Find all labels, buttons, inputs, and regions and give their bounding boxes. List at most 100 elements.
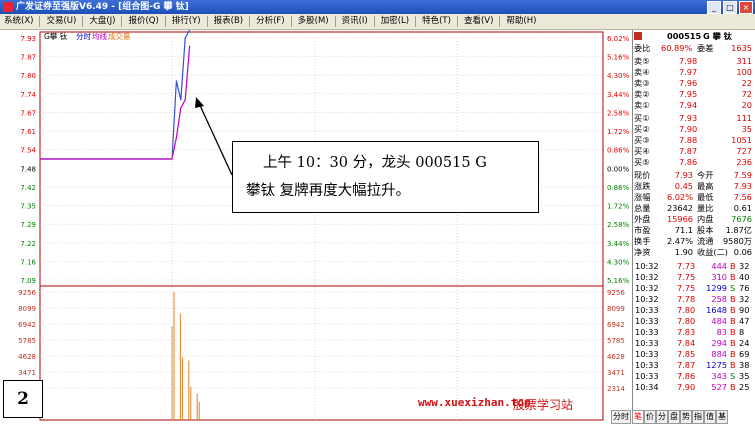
menu-multi-stock[interactable]: 多股(M)	[294, 14, 333, 29]
menu-report[interactable]: 报表(B)	[210, 14, 247, 29]
intraday-chart[interactable]: 7.93 7.87 7.80 7.74 7.67 7.61 7.54 7.48 7.42 7.35…	[0, 30, 632, 424]
mode-label-volume[interactable]: 成交量	[108, 31, 131, 41]
tick-row: 10:32 7.75 310 B 40	[633, 272, 755, 283]
price-tick-label: 7.22	[20, 240, 36, 248]
buy-volume: 1051	[731, 135, 752, 145]
price-tick-label: 7.35	[20, 203, 36, 211]
price-tick-label: 7.48	[20, 165, 36, 173]
tick-volume: 1299	[706, 283, 727, 293]
tick-side: S	[730, 283, 736, 293]
tick-price: 7.80	[677, 316, 696, 326]
pct-tick-label: 4.30%	[607, 72, 630, 80]
menu-market[interactable]: 大盘(J)	[85, 14, 119, 29]
tick-tab[interactable]: 笔	[632, 410, 644, 424]
buy-row: 买④ 7.87 727	[633, 146, 755, 157]
sell-volume: 22	[741, 78, 752, 88]
pct-tick-label: 2.58%	[607, 109, 630, 117]
stat-value: 71.1	[674, 225, 693, 235]
mode-label-fenshi[interactable]: 分时	[76, 31, 91, 41]
tick-row: 10:33 7.80 1648 B 90	[633, 305, 755, 316]
volume-tick-label: 8099	[18, 305, 36, 313]
menu-system[interactable]: 系统(X)	[0, 14, 37, 29]
avg-price-point	[175, 136, 177, 139]
stat-label: 涨幅	[634, 192, 651, 202]
volume-tick-label: 3471	[18, 369, 36, 377]
sell-price: 7.94	[679, 100, 698, 110]
price-point	[184, 37, 186, 39]
tick-price: 7.78	[677, 294, 696, 304]
buy-row: 买⑤ 7.86 236	[633, 157, 755, 168]
mode-label-avg[interactable]: 均线	[92, 31, 107, 41]
tick-count: 25	[739, 382, 750, 392]
tick-time: 10:34	[635, 382, 659, 392]
stat-row: 涨幅 6.02% 最低 7.56	[633, 192, 755, 203]
tick-row: 10:32 7.73 444 B 32	[633, 261, 755, 272]
menu-encrypt[interactable]: 加密(L)	[377, 14, 413, 29]
buy-price: 7.87	[679, 146, 698, 156]
quote-header: 000515 G 攀 钛	[633, 31, 755, 42]
pct-tick-label: 4.30%	[607, 258, 630, 266]
menu-view[interactable]: 查看(V)	[460, 14, 497, 29]
price-line	[40, 30, 191, 160]
menu-rank[interactable]: 排行(Y)	[168, 14, 205, 29]
menu-news[interactable]: 资讯(I)	[338, 14, 372, 29]
tick-tab[interactable]: 基	[716, 410, 728, 424]
app-logo-icon	[3, 2, 13, 12]
pct-tick-label: 3.44%	[607, 91, 630, 99]
tick-time: 10:32	[635, 294, 659, 304]
buy-level-label: 买⑤	[634, 157, 650, 167]
tick-count: 90	[739, 305, 750, 315]
annotation-callout: 上午 10：30 分，龙头 000515 G 攀钛 复牌再度大幅拉升。	[232, 141, 539, 213]
quote-name: G 攀 钛	[703, 31, 732, 41]
menu-analysis[interactable]: 分析(F)	[252, 14, 289, 29]
pct-tick-label: 1.72%	[607, 128, 630, 136]
stat-label-2: 股本	[697, 225, 714, 235]
tick-tab[interactable]: 势	[680, 410, 692, 424]
sell-volume: 72	[741, 89, 752, 99]
stat-value: 23642	[666, 203, 693, 213]
buy-volume: 727	[736, 146, 752, 156]
menu-features[interactable]: 特色(T)	[418, 14, 455, 29]
volume-tick-label: 4628	[18, 353, 36, 361]
menu-help[interactable]: 帮助(H)	[502, 14, 540, 29]
price-tick-label: 7.61	[20, 128, 36, 136]
menu-bar: 系统(X) 交易(U) 大盘(J) 报价(Q) 排行(Y) 报表(B) 分析(F…	[0, 14, 755, 30]
menu-quote[interactable]: 报价(Q)	[124, 14, 162, 29]
stat-label-2: 内盘	[697, 214, 714, 224]
tick-row: 10:33 7.83 83 B 8	[633, 327, 755, 338]
minimize-button[interactable]: _	[707, 1, 721, 14]
tick-time: 10:33	[635, 327, 659, 337]
tick-tab[interactable]: 分	[656, 410, 668, 424]
intraday-chart-pane[interactable]: 7.93 7.87 7.80 7.74 7.67 7.61 7.54 7.48 7.42 7.35…	[0, 30, 632, 424]
tick-row: 10:33 7.87 1275 B 38	[633, 360, 755, 371]
tick-count: 38	[739, 360, 750, 370]
tick-count: 40	[739, 272, 750, 282]
price-tick-label: 7.16	[20, 258, 36, 266]
volume-tick-label: 5785	[18, 337, 36, 345]
tick-tab[interactable]: 值	[704, 410, 716, 424]
avg-price-line	[40, 46, 191, 160]
buy-price: 7.90	[679, 124, 698, 134]
tick-price: 7.83	[677, 327, 696, 337]
stat-row: 外盘 15966 内盘 7676	[633, 214, 755, 225]
fenshi-button[interactable]: 分时	[611, 410, 631, 424]
weibi-label: 委比	[634, 43, 651, 53]
sell-level-label: 卖⑤	[634, 56, 650, 66]
tick-tab[interactable]: 价	[644, 410, 656, 424]
tick-price: 7.75	[677, 272, 696, 282]
tick-volume: 484	[711, 316, 727, 326]
close-button[interactable]: ×	[739, 1, 753, 14]
stat-row: 净资 1.90 收益(二) 0.06	[633, 247, 755, 258]
tick-tab[interactable]: 盘	[668, 410, 680, 424]
stat-label: 总量	[634, 203, 651, 213]
tick-tab[interactable]: 指	[692, 410, 704, 424]
page-number: 2	[3, 380, 43, 418]
sell-volume: 100	[736, 67, 752, 77]
buy-volume: 35	[741, 124, 752, 134]
tick-volume: 1275	[706, 360, 727, 370]
tick-count: 69	[739, 349, 750, 359]
price-tick-label: 7.09	[20, 277, 36, 285]
maximize-button[interactable]: □	[723, 1, 737, 14]
quote-panel: 000515 G 攀 钛 委比 60.89% 委差 1635 卖⑤ 7.98 311 卖④ 7.…	[632, 30, 755, 424]
menu-trade[interactable]: 交易(U)	[42, 14, 80, 29]
